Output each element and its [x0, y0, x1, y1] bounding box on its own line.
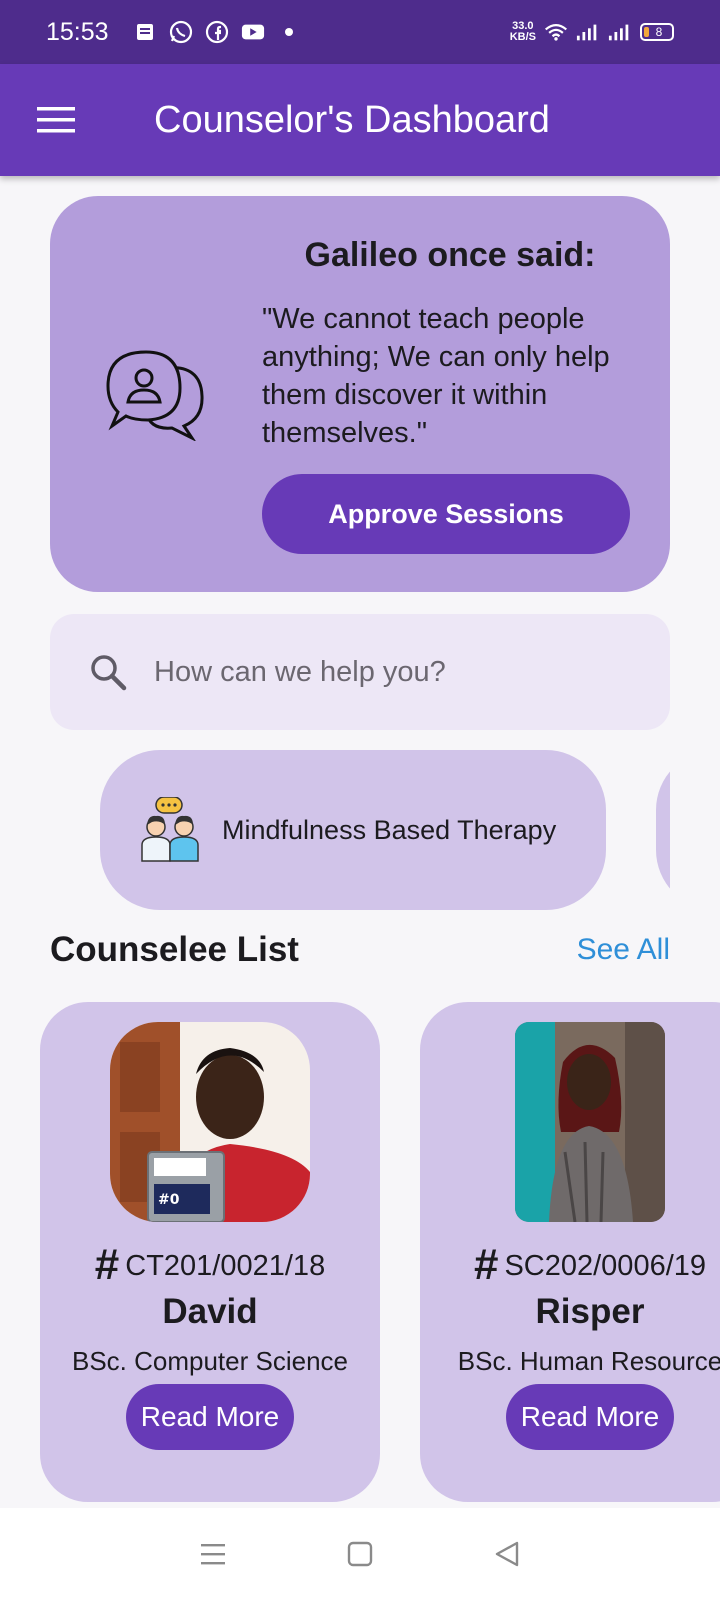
signal-icon — [576, 20, 600, 44]
counselee-course: BSc. Computer Science — [71, 1346, 348, 1376]
category-label: Mindfulness Based Therapy — [222, 814, 557, 845]
whatsapp-icon — [169, 20, 193, 44]
hamburger-menu-icon[interactable] — [0, 64, 112, 176]
counselee-card[interactable]: # SC202/0006/19 Risper BSc. Human Resourc… — [420, 1002, 720, 1502]
registration-number: # CT201/0021/18 — [40, 1240, 380, 1290]
svg-text:#0: #0 — [158, 1192, 180, 1208]
search-box[interactable] — [50, 614, 670, 730]
search-icon — [88, 652, 128, 692]
status-left: 15:53 — [46, 18, 510, 47]
quote-card: Galileo once said: "We cannot teach peop… — [50, 196, 670, 592]
approve-sessions-button[interactable]: Approve Sessions — [262, 474, 630, 554]
avatar — [515, 1022, 665, 1222]
app-bar: Counselor's Dashboard — [0, 64, 720, 176]
hash-icon: # — [94, 1240, 120, 1289]
dot-icon — [277, 20, 301, 44]
status-bar: 15:53 33.0 KB/S 8 — [0, 0, 720, 64]
counselee-name: Risper — [535, 1292, 645, 1331]
chat-bubbles-person-icon — [106, 346, 206, 442]
home-icon[interactable] — [340, 1534, 380, 1574]
registration-value: SC202/0006/19 — [504, 1250, 707, 1282]
hash-icon: # — [473, 1240, 499, 1289]
quote-text: "We cannot teach people anything; We can… — [262, 303, 610, 449]
system-nav-bar — [0, 1508, 720, 1600]
search-input[interactable] — [154, 655, 670, 689]
net-speed-unit: KB/S — [509, 31, 536, 43]
status-right: 33.0 KB/S 8 — [510, 20, 674, 44]
net-speed: 33.0 KB/S — [510, 21, 536, 43]
read-more-button[interactable]: Read More — [126, 1384, 294, 1450]
back-icon[interactable] — [487, 1534, 527, 1574]
registration-number: # SC202/0006/19 — [420, 1240, 720, 1290]
read-more-button[interactable]: Read More — [506, 1384, 674, 1450]
battery-icon: 8 — [640, 23, 674, 41]
category-chip[interactable]: Mindfulness Based Therapy — [100, 750, 606, 910]
section-title: Counselee List — [50, 930, 299, 969]
signal-icon — [608, 20, 632, 44]
recent-apps-icon[interactable] — [193, 1534, 233, 1574]
counselee-section-header: Counselee List See All — [50, 928, 670, 972]
see-all-link[interactable]: See All — [577, 933, 670, 967]
youtube-icon — [241, 20, 265, 44]
page-title: Counselor's Dashboard — [154, 98, 550, 141]
counselee-card[interactable]: #0 # CT201/0021/18 David BSc. Computer Sc… — [40, 1002, 380, 1502]
battery-level: 8 — [655, 25, 663, 39]
message-icon — [133, 20, 157, 44]
quote-heading: Galileo once said: — [304, 236, 596, 274]
counselee-list[interactable]: #0 # CT201/0021/18 David BSc. Computer Sc… — [0, 1002, 720, 1502]
status-time: 15:53 — [46, 17, 109, 46]
registration-value: CT201/0021/18 — [125, 1250, 326, 1282]
facebook-icon — [205, 20, 229, 44]
avatar: #0 — [110, 1022, 310, 1222]
wifi-icon — [544, 20, 568, 44]
counselor-people-icon — [138, 796, 204, 863]
counselee-name: David — [162, 1292, 258, 1331]
category-carousel[interactable]: Mindfulness Based Therapy — [0, 750, 720, 910]
carousel-edge — [670, 750, 720, 910]
counselee-course: BSc. Human Resource — [457, 1346, 720, 1376]
